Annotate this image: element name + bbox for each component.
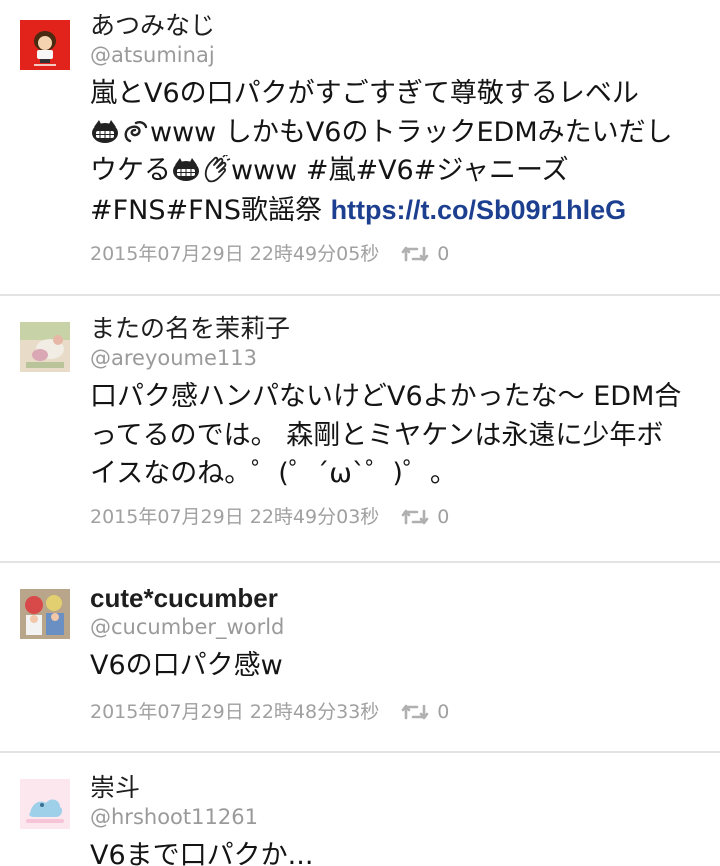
tweet-text-line: イスなのね。゜(゜´ω`゜)゜。 <box>90 458 457 489</box>
retweet-count: 0 <box>437 506 450 528</box>
tweet-item[interactable]: 崇斗 @hrshoot11261 V6まで口パクか... <box>0 753 720 866</box>
tweet-text-segment: #FNS#FNS歌謡祭 <box>90 194 331 226</box>
user-handle[interactable]: @areyoume113 <box>90 344 702 372</box>
tweet-text: V6の口パク感w <box>90 647 702 686</box>
tweet-item[interactable]: cute*cucumber @cucumber_world V6の口パク感w 2… <box>0 563 720 753</box>
tweet-timestamp: 2015年07月29日 22時49分03秒 <box>90 506 380 528</box>
user-handle[interactable]: @atsuminaj <box>90 41 702 69</box>
tweet-timestamp: 2015年07月29日 22時49分05秒 <box>90 243 380 265</box>
spiral-icon <box>124 120 148 142</box>
avatar[interactable] <box>20 20 70 70</box>
avatar[interactable] <box>20 779 70 829</box>
retweet-icon <box>401 509 429 525</box>
tweet-text: 口パク感ハンパないけどV6よかったな〜 EDM合 ってるのでは。 森剛とミヤケン… <box>90 378 702 494</box>
avatar[interactable] <box>20 589 70 639</box>
tweet-meta: 2015年07月29日 22時49分03秒 0 <box>90 505 449 529</box>
user-name[interactable]: 崇斗 <box>90 773 702 803</box>
tweet-text-segment: ウケる <box>90 155 171 186</box>
tweet-timeline: あつみなじ @atsuminaj 嵐とV6の口パクがすごすぎて尊敬するレベル w… <box>0 0 720 866</box>
retweet-count: 0 <box>437 701 450 723</box>
user-handle[interactable]: @cucumber_world <box>90 613 702 641</box>
user-handle[interactable]: @hrshoot11261 <box>90 803 702 831</box>
grinning-face-icon <box>173 158 199 181</box>
retweet-button[interactable]: 0 <box>401 242 449 266</box>
tweet-timestamp: 2015年07月29日 22時48分33秒 <box>90 701 380 723</box>
tweet-text-line: V6の口パク感w <box>90 650 283 681</box>
tweet-text-line: #FNS#FNS歌謡祭 https://t.co/Sb09r1hleG <box>90 191 702 231</box>
tweet-text: V6まで口パクか... <box>90 837 702 866</box>
user-name[interactable]: またの名を茉莉子 <box>90 314 702 344</box>
tweet-text-segment: www しかもV6のトラックEDMみたいだし <box>150 116 673 148</box>
tweet-text-line: 口パク感ハンパないけどV6よかったな〜 EDM合 <box>90 381 682 412</box>
tweet-text-segment: www #嵐#V6#ジャニーズ <box>231 155 569 186</box>
tweet-meta: 2015年07月29日 22時48分33秒 0 <box>90 700 449 724</box>
tweet-item[interactable]: あつみなじ @atsuminaj 嵐とV6の口パクがすごすぎて尊敬するレベル w… <box>0 0 720 296</box>
tweet-content: あつみなじ @atsuminaj 嵐とV6の口パクがすごすぎて尊敬するレベル w… <box>90 11 702 265</box>
tweet-text-line: 嵐とV6の口パクがすごすぎて尊敬するレベル <box>90 78 639 109</box>
retweet-icon <box>401 704 429 720</box>
retweet-icon <box>401 246 429 262</box>
tweet-link[interactable]: https://t.co/Sb09r1hleG <box>331 195 627 225</box>
tweet-content: 崇斗 @hrshoot11261 V6まで口パクか... <box>90 773 702 866</box>
avatar-image-icon <box>20 589 70 639</box>
tweet-text-line: www しかもV6のトラックEDMみたいだし <box>90 114 702 153</box>
retweet-button[interactable]: 0 <box>401 505 449 529</box>
grinning-face-icon <box>92 119 118 143</box>
avatar-image-icon <box>20 779 70 829</box>
avatar[interactable] <box>20 322 70 372</box>
avatar-image-icon <box>20 20 70 70</box>
clapping-hands-icon <box>204 155 231 183</box>
tweet-text-line: ウケる www #嵐#V6#ジャニーズ <box>90 152 702 191</box>
user-name[interactable]: あつみなじ <box>90 11 702 41</box>
retweet-button[interactable]: 0 <box>401 700 449 724</box>
tweet-text: 嵐とV6の口パクがすごすぎて尊敬するレベル www しかもV6のトラックEDMみ… <box>90 75 702 230</box>
tweet-text-line: ってるのでは。 森剛とミヤケンは永遠に少年ボ <box>90 419 664 451</box>
tweet-item[interactable]: またの名を茉莉子 @areyoume113 口パク感ハンパないけどV6よかったな… <box>0 296 720 563</box>
tweet-text-line: V6まで口パクか... <box>90 840 314 866</box>
avatar-image-icon <box>20 322 70 372</box>
retweet-count: 0 <box>437 243 450 265</box>
tweet-meta: 2015年07月29日 22時49分05秒 0 <box>90 242 449 266</box>
user-name[interactable]: cute*cucumber <box>90 583 702 613</box>
tweet-content: またの名を茉莉子 @areyoume113 口パク感ハンパないけどV6よかったな… <box>90 314 702 528</box>
tweet-content: cute*cucumber @cucumber_world V6の口パク感w 2… <box>90 583 702 723</box>
